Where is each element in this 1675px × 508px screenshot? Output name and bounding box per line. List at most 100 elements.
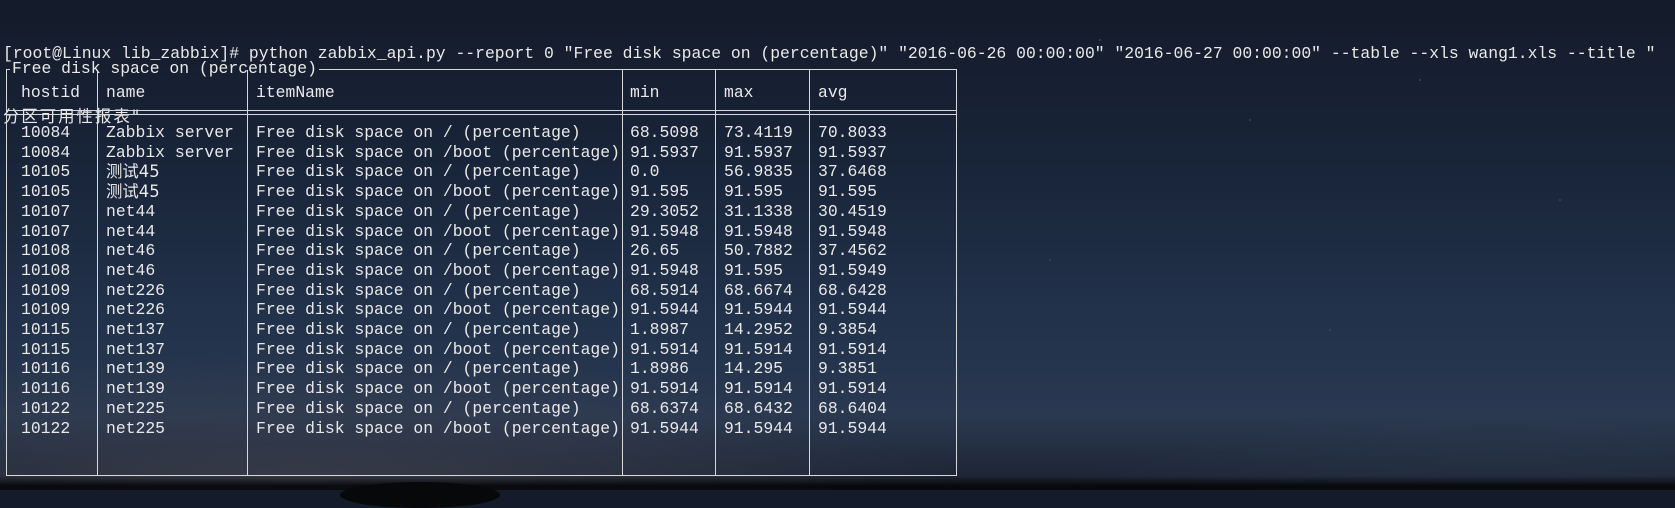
- table-cell-min: 91.5944: [630, 418, 699, 438]
- table-cell-item-name: Free disk space on /boot (percentage): [256, 300, 620, 320]
- report-title: Free disk space on (percentage): [12, 59, 317, 78]
- table-cell-item-name: Free disk space on / (percentage): [256, 320, 581, 339]
- table-cell-hostid: 10109: [21, 300, 71, 320]
- table-cell-max: 91.5914: [724, 379, 793, 399]
- table-cell-min: 29.3052: [630, 201, 699, 221]
- table-cell-hostid: 10122: [21, 398, 71, 418]
- table-cell-avg: 70.8033: [818, 123, 887, 142]
- table-cell-max: 91.5944: [724, 300, 793, 320]
- table-cell-avg: 91.5944: [818, 418, 887, 438]
- table-cell-max: 14.295: [724, 359, 784, 379]
- table-cell-item-name: Free disk space on / (percentage): [256, 359, 581, 379]
- table-cell-avg: 91.5914: [818, 339, 887, 359]
- table-cell-min: 91.5948: [630, 221, 699, 241]
- table-cell-item-name: Free disk space on /boot (percentage): [256, 221, 620, 241]
- column-divider: [715, 70, 716, 475]
- table-cell-max: 91.5948: [724, 221, 793, 241]
- table-cell-max: 68.6432: [724, 398, 793, 418]
- table-cell-name: net44: [106, 201, 156, 221]
- column-header-name: name: [106, 83, 146, 102]
- table-cell-item-name: Free disk space on / (percentage): [256, 162, 581, 182]
- table-cell-avg: 37.4562: [818, 241, 887, 261]
- table-cell-max: 91.5937: [724, 142, 793, 162]
- table-cell-max: 91.5914: [724, 339, 793, 359]
- table-cell-hostid: 10116: [21, 359, 71, 379]
- table-cell-min: 91.5937: [630, 142, 699, 162]
- table-cell-item-name: Free disk space on /boot (percentage): [256, 260, 620, 280]
- table-cell-min: 68.5098: [630, 123, 699, 142]
- table-cell-name: net46: [106, 241, 156, 261]
- table-cell-avg: 91.5937: [818, 142, 887, 162]
- table-cell-max: 68.6674: [724, 280, 793, 300]
- table-cell-avg: 37.6468: [818, 162, 887, 182]
- table-cell-hostid: 10107: [21, 201, 71, 221]
- table-cell-hostid: 10122: [21, 418, 71, 438]
- table-cell-name: net137: [106, 320, 166, 339]
- column-divider: [247, 70, 248, 475]
- table-cell-min: 1.8987: [630, 320, 690, 339]
- column-divider: [622, 70, 623, 475]
- header-separator: [7, 110, 956, 111]
- table-cell-min: 91.5914: [630, 339, 699, 359]
- table-cell-name: net137: [106, 339, 166, 359]
- table-cell-avg: 91.595: [818, 182, 878, 202]
- column-divider: [809, 70, 810, 475]
- table-cell-avg: 9.3851: [818, 359, 878, 379]
- table-cell-item-name: Free disk space on / (percentage): [256, 241, 581, 261]
- table-cell-max: 91.595: [724, 182, 784, 202]
- table-cell-avg: 91.5948: [818, 221, 887, 241]
- table-cell-max: 73.4119: [724, 123, 793, 142]
- table-cell-avg: 30.4519: [818, 201, 887, 221]
- table-cell-max: 31.1338: [724, 201, 793, 221]
- table-cell-name: net46: [106, 260, 156, 280]
- table-cell-hostid: 10108: [21, 260, 71, 280]
- table-cell-min: 1.8986: [630, 359, 690, 379]
- table-cell-item-name: Free disk space on /boot (percentage): [256, 339, 620, 359]
- table-cell-name: 测试45: [106, 162, 160, 182]
- table-cell-name: net225: [106, 418, 166, 438]
- table-cell-hostid: 10105: [21, 182, 71, 202]
- table-cell-min: 68.6374: [630, 398, 699, 418]
- table-cell-hostid: 10084: [21, 142, 71, 162]
- table-cell-item-name: Free disk space on / (percentage): [256, 201, 581, 221]
- table-cell-item-name: Free disk space on / (percentage): [256, 123, 581, 142]
- table-cell-max: 91.595: [724, 260, 784, 280]
- table-cell-min: 91.5948: [630, 260, 699, 280]
- table-cell-min: 91.595: [630, 182, 690, 202]
- table-cell-avg: 68.6404: [818, 398, 887, 418]
- column-header-min: min: [630, 83, 660, 102]
- table-cell-name: net139: [106, 359, 166, 379]
- table-cell-min: 26.65: [630, 241, 680, 261]
- header-separator: [7, 114, 956, 115]
- table-cell-item-name: Free disk space on / (percentage): [256, 280, 581, 300]
- table-cell-name: net226: [106, 280, 166, 300]
- table-cell-max: 50.7882: [724, 241, 793, 261]
- table-cell-name: 测试45: [106, 182, 160, 202]
- table-cell-min: 91.5944: [630, 300, 699, 320]
- table-cell-avg: 91.5944: [818, 300, 887, 320]
- report-table: Free disk space on (percentage) hostid na…: [6, 59, 957, 476]
- table-cell-name: net139: [106, 379, 166, 399]
- table-cell-max: 56.9835: [724, 162, 793, 182]
- table-cell-name: Zabbix server: [106, 123, 234, 142]
- table-cell-min: 68.5914: [630, 280, 699, 300]
- column-header-item-name: itemName: [256, 83, 335, 102]
- ground-silhouette: [0, 476, 1675, 490]
- table-cell-avg: 68.6428: [818, 280, 887, 300]
- table-cell-name: Zabbix server: [106, 142, 234, 162]
- table-cell-avg: 91.5914: [818, 379, 887, 399]
- table-cell-min: 91.5914: [630, 379, 699, 399]
- table-cell-max: 91.5944: [724, 418, 793, 438]
- table-cell-hostid: 10115: [21, 339, 71, 359]
- column-header-max: max: [724, 83, 754, 102]
- table-cell-item-name: Free disk space on /boot (percentage): [256, 418, 620, 438]
- table-cell-max: 14.2952: [724, 320, 793, 339]
- table-cell-hostid: 10116: [21, 379, 71, 399]
- table-cell-name: net225: [106, 398, 166, 418]
- table-cell-hostid: 10108: [21, 241, 71, 261]
- table-cell-min: 0.0: [630, 162, 660, 182]
- table-cell-avg: 91.5949: [818, 260, 887, 280]
- table-cell-item-name: Free disk space on /boot (percentage): [256, 379, 620, 399]
- column-header-avg: avg: [818, 83, 848, 102]
- table-cell-name: net226: [106, 300, 166, 320]
